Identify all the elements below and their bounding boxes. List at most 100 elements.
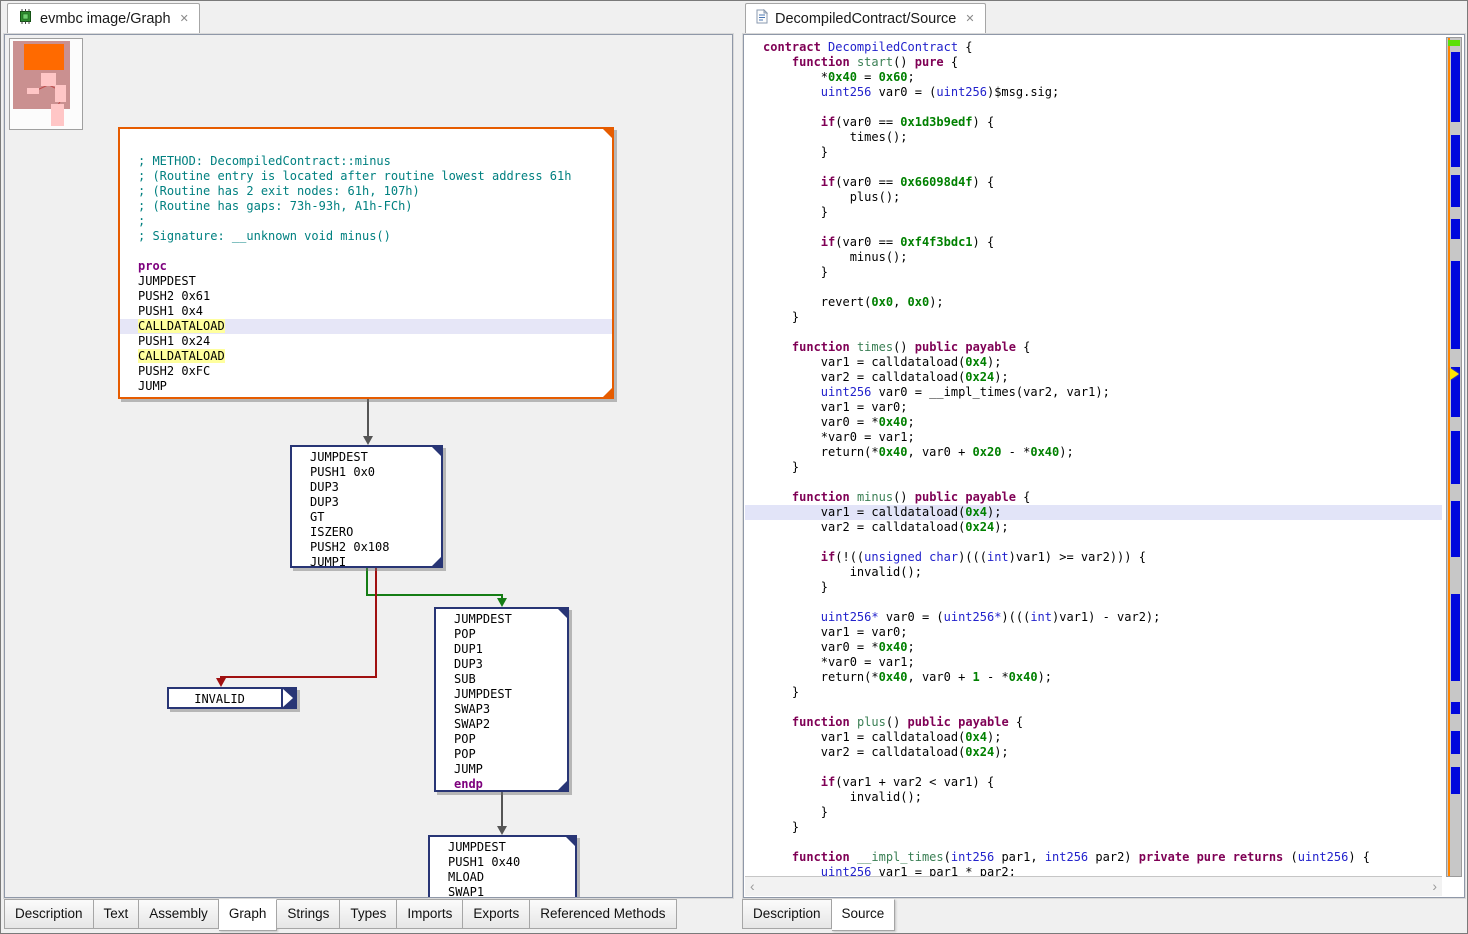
code-line: contract DecompiledContract { xyxy=(763,40,1442,55)
node-line: DUP3 xyxy=(310,495,441,510)
graph-node-sub[interactable]: JUMPDESTPOPDUP1DUP3SUBJUMPDESTSWAP3SWAP2… xyxy=(434,607,569,792)
code-line xyxy=(763,760,1442,775)
code-line: function minus() public payable { xyxy=(763,490,1442,505)
ruler-block xyxy=(1451,175,1460,207)
bottom-tab-source[interactable]: Source xyxy=(832,899,896,931)
code-line xyxy=(763,280,1442,295)
ruler-block xyxy=(1451,431,1460,484)
code-line: } xyxy=(763,310,1442,325)
graph-node-invalid[interactable]: INVALID xyxy=(167,687,297,709)
code-line: } xyxy=(763,460,1442,475)
code-line: *0x40 = 0x60; xyxy=(763,70,1442,85)
scroll-left-arrow-icon[interactable]: ‹ xyxy=(750,878,755,894)
bottom-tab-strings[interactable]: Strings xyxy=(277,899,340,929)
code-line: } xyxy=(763,580,1442,595)
code-line xyxy=(763,700,1442,715)
source-panel-tabbar: DecompiledContract/Source ✕ xyxy=(742,3,1467,34)
close-icon[interactable]: ✕ xyxy=(180,12,189,25)
code-line xyxy=(763,160,1442,175)
bottom-tab-description[interactable]: Description xyxy=(742,899,832,929)
node-line: MLOAD xyxy=(448,870,575,885)
code-line: *var0 = var1; xyxy=(763,655,1442,670)
overview-ruler[interactable] xyxy=(1446,37,1462,877)
bottom-tab-imports[interactable]: Imports xyxy=(397,899,463,929)
bottom-tab-exports[interactable]: Exports xyxy=(463,899,530,929)
bottom-tab-text[interactable]: Text xyxy=(94,899,140,929)
node-line: JUMPDEST xyxy=(448,840,575,855)
bottom-tab-referenced-methods[interactable]: Referenced Methods xyxy=(530,899,676,929)
node-line: DUP3 xyxy=(310,480,441,495)
code-line: function start() pure { xyxy=(763,55,1442,70)
node-line: endp xyxy=(454,777,567,792)
node-line: ISZERO xyxy=(310,525,441,540)
bottom-tab-description[interactable]: Description xyxy=(4,899,94,929)
workbench-window: evmbc image/Graph ✕ xyxy=(0,0,1468,934)
node-line: CALLDATALOAD xyxy=(120,319,612,334)
code-line: times(); xyxy=(763,130,1442,145)
node-line: JUMP xyxy=(454,762,567,777)
code-line: } xyxy=(763,805,1442,820)
code-line: revert(0x0, 0x0); xyxy=(763,295,1442,310)
node-line: POP xyxy=(454,627,567,642)
node-line: PUSH2 0x61 xyxy=(138,289,612,304)
node-line xyxy=(138,139,612,154)
tab-evmbc-image-graph[interactable]: evmbc image/Graph ✕ xyxy=(7,3,200,33)
code-line xyxy=(763,535,1442,550)
code-line: } xyxy=(763,265,1442,280)
code-line xyxy=(763,325,1442,340)
node-line xyxy=(138,244,612,259)
ruler-block xyxy=(1451,702,1460,714)
code-line: plus(); xyxy=(763,190,1442,205)
code-line: var2 = calldataload(0x24); xyxy=(763,370,1442,385)
graph-canvas[interactable]: ; METHOD: DecompiledContract::minus; (Ro… xyxy=(5,35,732,897)
code-line: *var0 = var1; xyxy=(763,430,1442,445)
graph-node-ret[interactable]: JUMPDESTPUSH1 0x40MLOADSWAP1DUP2 xyxy=(428,835,577,897)
graph-minimap[interactable] xyxy=(9,38,83,130)
code-line: var1 = calldataload(0x4); xyxy=(745,505,1442,520)
node-line: SUB xyxy=(454,672,567,687)
code-line: if(var0 == 0x66098d4f) { xyxy=(763,175,1442,190)
corner-fold-icon xyxy=(601,127,614,140)
tab-title: DecompiledContract/Source xyxy=(775,11,956,27)
code-line: var1 = calldataload(0x4); xyxy=(763,730,1442,745)
bottom-tab-graph[interactable]: Graph xyxy=(219,899,278,931)
code-line: var0 = *0x40; xyxy=(763,415,1442,430)
node-line: ; (Routine has gaps: 73h-93h, A1h-FCh) xyxy=(138,199,612,214)
ruler-block xyxy=(1451,135,1460,167)
close-icon[interactable]: ✕ xyxy=(965,12,974,25)
ruler-orange-line xyxy=(1448,38,1450,876)
source-view: contract DecompiledContract { function s… xyxy=(743,34,1465,898)
graph-node-entry[interactable]: ; METHOD: DecompiledContract::minus; (Ro… xyxy=(118,127,614,399)
ruler-block xyxy=(1451,261,1460,349)
code-line: } xyxy=(763,145,1442,160)
code-line xyxy=(763,100,1442,115)
graph-node-cmp[interactable]: JUMPDESTPUSH1 0x0DUP3DUP3GTISZEROPUSH2 0… xyxy=(290,445,443,568)
graph-panel-tabbar: evmbc image/Graph ✕ xyxy=(4,3,737,34)
node-line: SWAP2 xyxy=(454,717,567,732)
code-line xyxy=(763,220,1442,235)
node-line: SWAP3 xyxy=(454,702,567,717)
right-fold-icon xyxy=(281,687,297,709)
bottom-tab-types[interactable]: Types xyxy=(340,899,397,929)
tab-decompiledcontract-source[interactable]: DecompiledContract/Source ✕ xyxy=(745,3,986,33)
node-line: PUSH1 0x4 xyxy=(138,304,612,319)
ruler-block xyxy=(1451,767,1460,794)
code-line: function times() public payable { xyxy=(763,340,1442,355)
node-line: PUSH1 0x40 xyxy=(448,855,575,870)
ruler-block xyxy=(1451,52,1460,122)
corner-fold-icon xyxy=(601,386,614,399)
node-line: GT xyxy=(310,510,441,525)
source-code-area[interactable]: contract DecompiledContract { function s… xyxy=(745,36,1442,876)
code-line xyxy=(763,475,1442,490)
code-line: } xyxy=(763,685,1442,700)
bottom-tab-assembly[interactable]: Assembly xyxy=(139,899,219,929)
node-line: ; (Routine has 2 exit nodes: 61h, 107h) xyxy=(138,184,612,199)
code-line: var1 = var0; xyxy=(763,625,1442,640)
code-line: invalid(); xyxy=(763,790,1442,805)
code-line: minus(); xyxy=(763,250,1442,265)
horizontal-scrollbar[interactable]: ‹ › xyxy=(745,876,1442,896)
node-line: DUP3 xyxy=(454,657,567,672)
scroll-right-arrow-icon[interactable]: › xyxy=(1432,878,1437,894)
ruler-block xyxy=(1451,219,1460,239)
code-line: if(var1 + var2 < var1) { xyxy=(763,775,1442,790)
